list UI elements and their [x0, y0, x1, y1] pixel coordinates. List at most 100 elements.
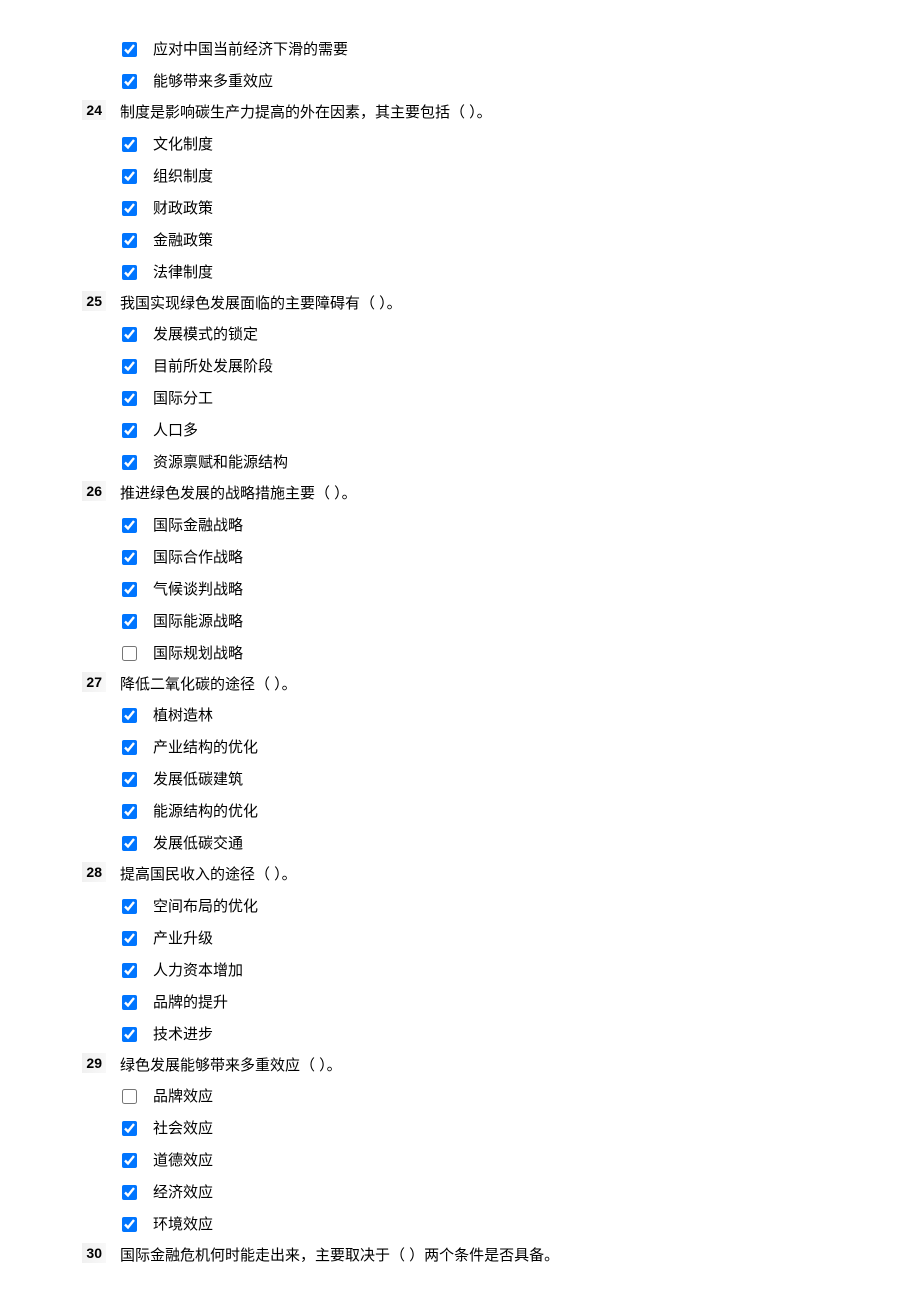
question-number-text: 24: [82, 100, 106, 120]
option-checkbox[interactable]: [122, 899, 137, 914]
checkbox-cell: [0, 1025, 145, 1042]
question-row: 25 我国实现绿色发展面临的主要障碍有（ ）。: [0, 291, 920, 316]
question-row: 28提高国民收入的途径（ ）。: [0, 862, 920, 887]
option-row: 社会效应: [0, 1115, 920, 1141]
option-label: 法律制度: [145, 259, 920, 285]
option-checkbox[interactable]: [122, 423, 137, 438]
option-row: 国际金融战略: [0, 512, 920, 538]
checkbox-cell: [0, 135, 145, 152]
question-text: 绿色发展能够带来多重效应（ ）。: [112, 1053, 920, 1078]
option-checkbox[interactable]: [122, 1027, 137, 1042]
option-checkbox[interactable]: [122, 550, 137, 565]
checkbox-cell: [0, 897, 145, 914]
option-row: 国际能源战略: [0, 608, 920, 634]
question-number-text: 30: [82, 1243, 106, 1263]
option-checkbox[interactable]: [122, 327, 137, 342]
option-label: 国际金融战略: [145, 512, 920, 538]
checkbox-cell: [0, 1088, 145, 1105]
checkbox-cell: [0, 390, 145, 407]
option-label: 道德效应: [145, 1147, 920, 1173]
question-number: 27: [0, 672, 112, 692]
question-number: 24: [0, 100, 112, 120]
option-label: 发展模式的锁定: [145, 321, 920, 347]
option-checkbox[interactable]: [122, 740, 137, 755]
checkbox-cell: [0, 263, 145, 280]
option-row: 组织制度: [0, 163, 920, 189]
option-checkbox[interactable]: [122, 1153, 137, 1168]
option-label: 国际分工: [145, 385, 920, 411]
checkbox-cell: [0, 422, 145, 439]
option-label: 技术进步: [145, 1021, 920, 1047]
option-checkbox[interactable]: [122, 931, 137, 946]
option-row: 发展模式的锁定: [0, 321, 920, 347]
option-row: 国际合作战略: [0, 544, 920, 570]
option-label: 人口多: [145, 417, 920, 443]
option-checkbox[interactable]: [122, 995, 137, 1010]
option-row: 资源禀赋和能源结构: [0, 449, 920, 475]
question-block: 26推进绿色发展的战略措施主要（ ）。国际金融战略国际合作战略气候谈判战略国际能…: [0, 481, 920, 666]
option-checkbox[interactable]: [122, 646, 137, 661]
checkbox-cell: [0, 73, 145, 90]
checkbox-cell: [0, 1216, 145, 1233]
option-checkbox[interactable]: [122, 804, 137, 819]
option-checkbox[interactable]: [122, 1121, 137, 1136]
option-checkbox[interactable]: [122, 137, 137, 152]
option-label: 环境效应: [145, 1211, 920, 1237]
checkbox-cell: [0, 739, 145, 756]
checkbox-cell: [0, 231, 145, 248]
option-checkbox[interactable]: [122, 265, 137, 280]
option-checkbox[interactable]: [122, 963, 137, 978]
option-checkbox[interactable]: [122, 74, 137, 89]
question-text: 国际金融危机何时能走出来，主要取决于（ ）两个条件是否具备。: [112, 1243, 920, 1268]
option-checkbox[interactable]: [122, 614, 137, 629]
option-label: 社会效应: [145, 1115, 920, 1141]
question-number-text: 25: [82, 291, 106, 311]
option-checkbox[interactable]: [122, 391, 137, 406]
option-label: 金融政策: [145, 227, 920, 253]
option-checkbox[interactable]: [122, 455, 137, 470]
checkbox-cell: [0, 454, 145, 471]
checkbox-cell: [0, 41, 145, 58]
option-row: 国际规划战略: [0, 640, 920, 666]
quiz-container: 应对中国当前经济下滑的需要能够带来多重效应24制度是影响碳生产力提高的外在因素，…: [0, 36, 920, 1268]
option-checkbox[interactable]: [122, 1185, 137, 1200]
checkbox-cell: [0, 929, 145, 946]
option-checkbox[interactable]: [122, 359, 137, 374]
option-checkbox[interactable]: [122, 518, 137, 533]
checkbox-cell: [0, 707, 145, 724]
option-checkbox[interactable]: [122, 201, 137, 216]
option-row: 道德效应: [0, 1147, 920, 1173]
option-label: 品牌效应: [145, 1083, 920, 1109]
checkbox-cell: [0, 835, 145, 852]
option-checkbox[interactable]: [122, 1089, 137, 1104]
checkbox-cell: [0, 993, 145, 1010]
option-row: 金融政策: [0, 227, 920, 253]
option-checkbox[interactable]: [122, 708, 137, 723]
option-row: 品牌的提升: [0, 989, 920, 1015]
checkbox-cell: [0, 580, 145, 597]
option-checkbox[interactable]: [122, 836, 137, 851]
option-row: 国际分工: [0, 385, 920, 411]
question-block: 24制度是影响碳生产力提高的外在因素，其主要包括（ ）。文化制度组织制度财政政策…: [0, 100, 920, 285]
option-checkbox[interactable]: [122, 169, 137, 184]
question-row: 26推进绿色发展的战略措施主要（ ）。: [0, 481, 920, 506]
question-text: 制度是影响碳生产力提高的外在因素，其主要包括（ ）。: [112, 100, 920, 125]
option-label: 品牌的提升: [145, 989, 920, 1015]
question-number-text: 29: [82, 1053, 106, 1073]
question-text: 推进绿色发展的战略措施主要（ ）。: [112, 481, 920, 506]
option-label: 经济效应: [145, 1179, 920, 1205]
option-checkbox[interactable]: [122, 1217, 137, 1232]
option-checkbox[interactable]: [122, 233, 137, 248]
option-label: 国际规划战略: [145, 640, 920, 666]
option-label: 国际能源战略: [145, 608, 920, 634]
question-text: 我国实现绿色发展面临的主要障碍有（ ）。: [112, 291, 920, 316]
question-number: 28: [0, 862, 112, 882]
checkbox-cell: [0, 516, 145, 533]
option-checkbox[interactable]: [122, 772, 137, 787]
option-checkbox[interactable]: [122, 582, 137, 597]
option-checkbox[interactable]: [122, 42, 137, 57]
option-row: 空间布局的优化: [0, 893, 920, 919]
checkbox-cell: [0, 612, 145, 629]
question-text: 提高国民收入的途径（ ）。: [112, 862, 920, 887]
option-label: 文化制度: [145, 131, 920, 157]
